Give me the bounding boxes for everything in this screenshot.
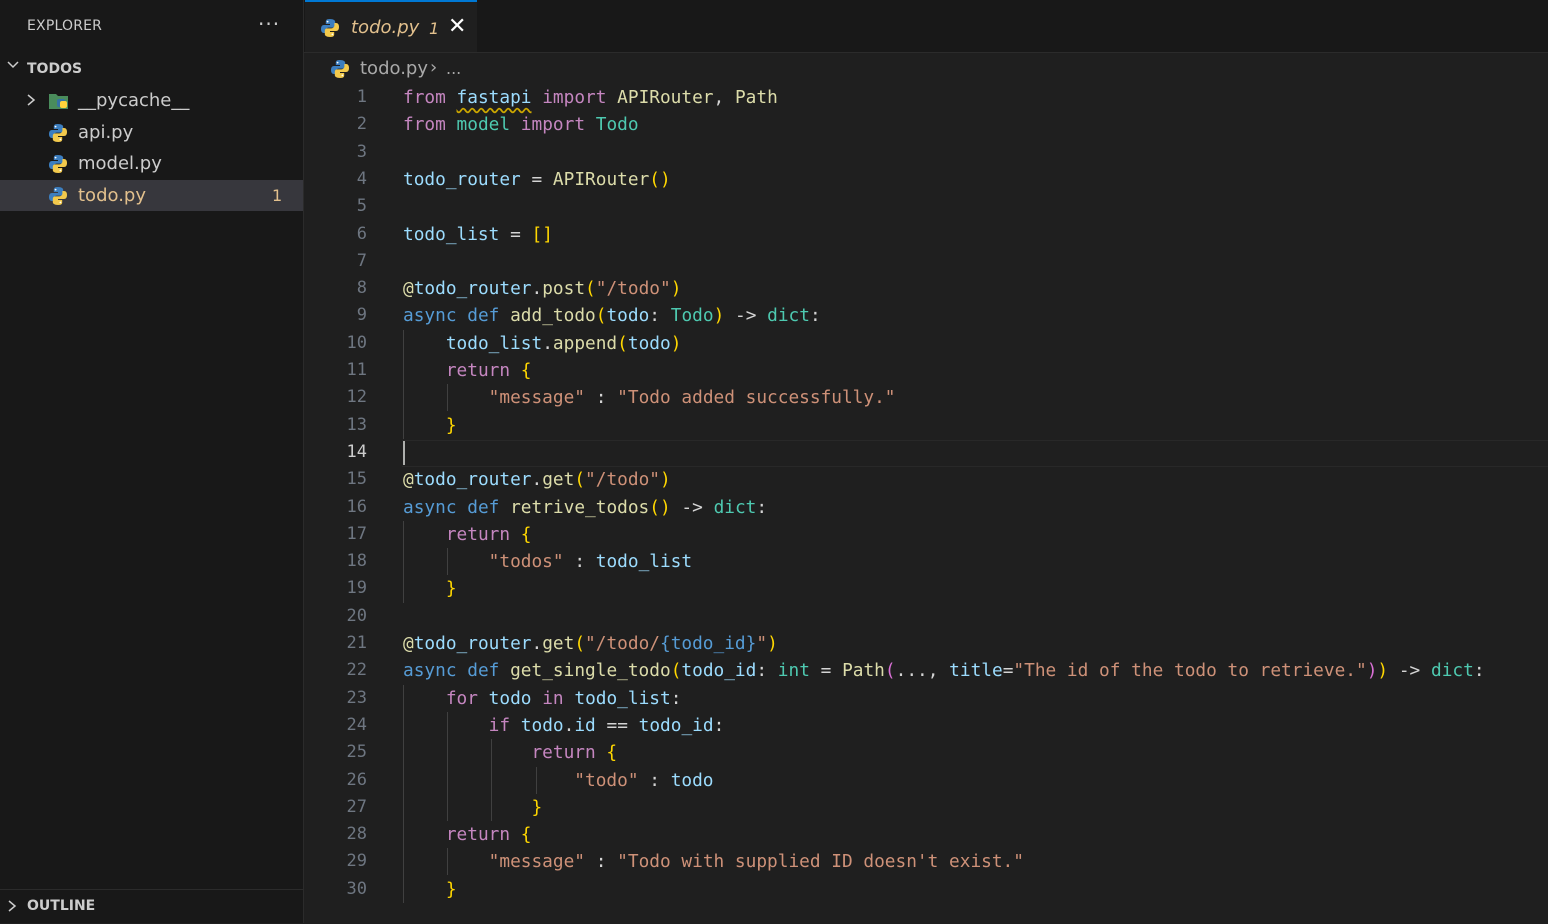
code-line[interactable]: } xyxy=(403,794,542,821)
line-number: 28 xyxy=(346,824,367,844)
indent-guide xyxy=(447,712,448,821)
line-number: 5 xyxy=(356,196,367,216)
outline-label: OUTLINE xyxy=(27,898,96,914)
line-number: 14 xyxy=(346,442,367,462)
tab-todo-py[interactable]: todo.py 1 ✕ xyxy=(305,0,477,52)
line-number: 22 xyxy=(346,660,367,680)
line-number: 7 xyxy=(356,251,367,271)
line-number: 6 xyxy=(356,224,367,244)
python-file-icon xyxy=(48,186,68,206)
line-number: 3 xyxy=(356,142,367,162)
line-number: 23 xyxy=(346,688,367,708)
line-number: 25 xyxy=(346,742,367,762)
python-file-icon xyxy=(330,59,350,79)
code-line[interactable]: @todo_router.post("/todo") xyxy=(403,275,681,302)
line-number: 17 xyxy=(346,524,367,544)
text-cursor xyxy=(403,441,405,465)
tree-item-label: todo.py xyxy=(78,185,146,206)
line-number: 20 xyxy=(346,606,367,626)
line-number: 16 xyxy=(346,497,367,517)
line-number: 13 xyxy=(346,415,367,435)
chevron-right-icon xyxy=(25,93,37,111)
tree-item-pycache[interactable]: __pycache__ xyxy=(0,85,303,116)
breadcrumb-separator: › xyxy=(430,57,438,78)
code-line[interactable]: } xyxy=(403,876,457,903)
code-line[interactable]: return { xyxy=(403,821,532,848)
line-number: 19 xyxy=(346,578,367,598)
chevron-down-icon xyxy=(6,58,20,76)
code-line[interactable]: } xyxy=(403,412,457,439)
tab-problem-badge: 1 xyxy=(429,19,440,38)
code-line[interactable]: todo_list.append(todo) xyxy=(403,330,682,357)
python-file-icon xyxy=(48,154,68,174)
explorer-sidebar: EXPLORER ··· TODOS __pycache__ api.py mo… xyxy=(0,0,304,923)
folder-python-icon xyxy=(48,92,70,110)
code-line[interactable]: from fastapi import APIRouter, Path xyxy=(403,84,778,111)
breadcrumb-symbols[interactable]: ... xyxy=(446,59,461,78)
line-number: 18 xyxy=(346,551,367,571)
line-number: 26 xyxy=(346,770,367,790)
code-line[interactable]: } xyxy=(403,575,457,602)
tree-item-model-py[interactable]: model.py xyxy=(0,148,303,179)
indent-guide xyxy=(447,548,448,575)
python-file-icon xyxy=(48,123,68,143)
line-number: 15 xyxy=(346,469,367,489)
code-line[interactable]: return { xyxy=(403,739,617,766)
indent-guide xyxy=(536,767,537,794)
chevron-right-icon xyxy=(6,899,18,917)
close-icon[interactable]: ✕ xyxy=(448,14,466,39)
problem-count-badge: 1 xyxy=(272,186,283,205)
explorer-title: EXPLORER xyxy=(27,18,103,34)
code-editor[interactable]: 1 2 3 4 5 6 7 8 9 10 11 12 13 14 15 16 17 18 19 20 21 22 23 24 2… xyxy=(305,84,1548,923)
line-number: 1 xyxy=(356,87,367,107)
tree-item-api-py[interactable]: api.py xyxy=(0,117,303,148)
code-line[interactable]: "message" : "Todo added successfully." xyxy=(403,384,896,411)
line-number: 9 xyxy=(356,305,367,325)
tree-item-label: __pycache__ xyxy=(78,90,190,111)
code-line[interactable]: todo_list = [] xyxy=(403,221,553,248)
indent-guide xyxy=(447,384,448,411)
line-number: 8 xyxy=(356,278,367,298)
tree-item-label: api.py xyxy=(78,122,134,143)
line-number: 30 xyxy=(346,879,367,899)
line-number: 2 xyxy=(356,114,367,134)
line-number: 21 xyxy=(346,633,367,653)
code-line[interactable]: async def retrive_todos() -> dict: xyxy=(403,494,767,521)
indent-guide xyxy=(403,685,404,903)
indent-guide xyxy=(447,848,448,875)
tab-label: todo.py xyxy=(351,17,420,38)
more-actions-icon[interactable]: ··· xyxy=(258,12,280,36)
line-number: 11 xyxy=(346,360,367,380)
code-line[interactable]: "message" : "Todo with supplied ID doesn… xyxy=(403,848,1024,875)
line-number: 24 xyxy=(346,715,367,735)
code-line[interactable]: async def get_single_todo(todo_id: int =… xyxy=(403,657,1485,684)
current-line-highlight xyxy=(402,440,1548,467)
code-line[interactable]: return { xyxy=(403,521,532,548)
code-line[interactable]: for todo in todo_list: xyxy=(403,685,682,712)
code-line[interactable]: @todo_router.get("/todo") xyxy=(403,466,671,493)
indent-guide xyxy=(403,330,404,439)
folder-label: TODOS xyxy=(27,61,83,77)
tree-item-label: model.py xyxy=(78,153,162,174)
line-number: 29 xyxy=(346,851,367,871)
folder-todos[interactable]: TODOS xyxy=(0,58,303,80)
code-line[interactable]: todo_router = APIRouter() xyxy=(403,166,671,193)
indent-guide xyxy=(491,739,492,821)
code-line[interactable]: if todo.id == todo_id: xyxy=(403,712,725,739)
code-line[interactable]: @todo_router.get("/todo/{todo_id}") xyxy=(403,630,778,657)
line-number: 10 xyxy=(346,333,367,353)
code-line[interactable]: from model import Todo xyxy=(403,111,639,138)
outline-section[interactable]: OUTLINE xyxy=(0,889,303,924)
code-line[interactable]: async def add_todo(todo: Todo) -> dict: xyxy=(403,302,821,329)
code-line[interactable]: "todo" : todo xyxy=(403,767,713,794)
line-number: 4 xyxy=(356,169,367,189)
python-file-icon xyxy=(320,18,340,38)
line-number: 12 xyxy=(346,387,367,407)
code-line[interactable]: return { xyxy=(403,357,532,384)
tree-item-todo-py[interactable]: todo.py 1 xyxy=(0,180,303,211)
tab-bar xyxy=(304,0,1548,53)
breadcrumb-file[interactable]: todo.py xyxy=(360,58,428,79)
indent-guide xyxy=(403,521,404,603)
line-number: 27 xyxy=(346,797,367,817)
